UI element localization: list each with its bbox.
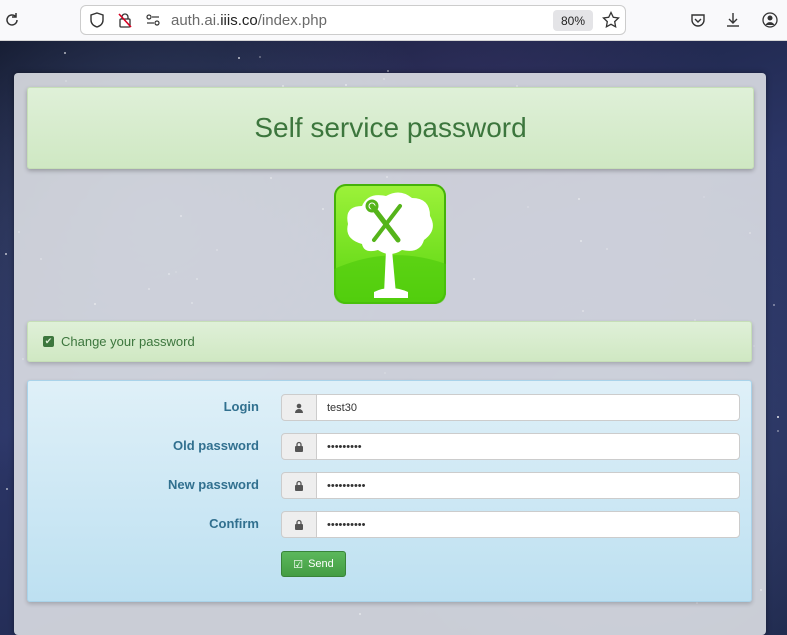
star (238, 57, 240, 59)
star (64, 52, 66, 54)
title-banner: Self service password (27, 87, 754, 169)
new-password-input[interactable] (316, 472, 740, 499)
permissions-icon[interactable] (141, 8, 165, 32)
star (773, 304, 775, 306)
browser-toolbar: auth.ai.iiis.co/index.php 80% (0, 0, 787, 41)
star (5, 253, 7, 255)
url-domain: auth.ai. (171, 12, 221, 29)
change-password-form: Login Old password New password Confirm (27, 380, 752, 602)
lock-icon (281, 511, 317, 538)
star (259, 56, 261, 58)
main-panel: Self service password ✔ Change your pass… (14, 73, 766, 635)
old-password-row: Old password (28, 433, 753, 460)
confirm-password-input[interactable] (316, 511, 740, 538)
lock-icon (281, 472, 317, 499)
account-icon[interactable] (758, 8, 782, 32)
url-highlight: iiis.co (220, 12, 258, 29)
url-text: auth.ai.iiis.co/index.php (171, 12, 327, 29)
star (387, 70, 389, 72)
shield-icon[interactable] (85, 8, 109, 32)
alert-text: Change your password (61, 334, 195, 349)
send-button[interactable]: ☑ Send (281, 551, 346, 577)
zoom-level-badge[interactable]: 80% (553, 10, 593, 31)
url-path: /index.php (257, 12, 327, 29)
confirm-label: Confirm (209, 516, 259, 531)
send-label: Send (308, 558, 334, 570)
login-input[interactable] (316, 394, 740, 421)
bookmark-star-icon[interactable] (599, 8, 623, 32)
old-password-label: Old password (173, 438, 259, 453)
star (777, 430, 779, 432)
confirm-row: Confirm (28, 511, 753, 538)
url-bar[interactable]: auth.ai.iiis.co/index.php 80% (80, 5, 626, 35)
check-square-icon: ✔ (43, 336, 54, 347)
status-alert: ✔ Change your password (27, 321, 752, 362)
new-password-label: New password (167, 477, 259, 492)
star (6, 488, 8, 490)
downloads-icon[interactable] (721, 8, 745, 32)
login-row: Login (28, 394, 753, 421)
check-square-icon: ☑ (293, 558, 304, 571)
old-password-input[interactable] (316, 433, 740, 460)
pocket-icon[interactable] (686, 8, 710, 32)
login-label: Login (223, 399, 259, 414)
app-logo (334, 184, 446, 304)
user-icon (281, 394, 317, 421)
star (777, 416, 779, 418)
lock-icon (281, 433, 317, 460)
new-password-row: New password (28, 472, 753, 499)
reload-icon[interactable] (0, 8, 24, 32)
page-title: Self service password (254, 112, 527, 143)
insecure-lock-icon[interactable] (113, 8, 137, 32)
